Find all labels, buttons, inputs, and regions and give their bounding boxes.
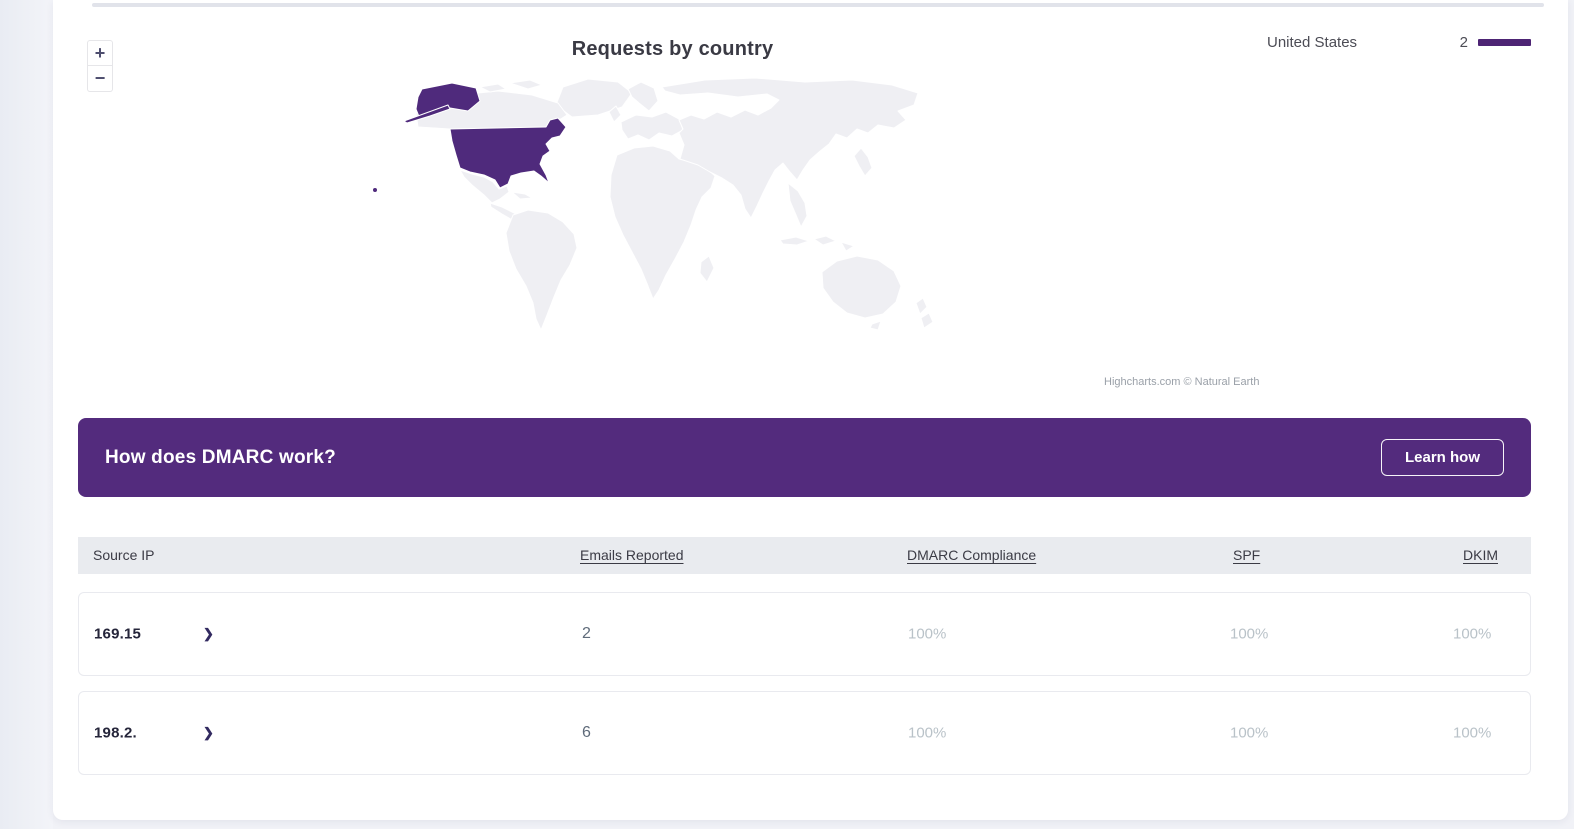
map-new-guinea — [841, 242, 854, 251]
chevron-right-icon[interactable]: ❯ — [203, 626, 214, 642]
map-new-zealand — [916, 298, 927, 314]
map-south-america — [506, 210, 577, 330]
plus-icon: + — [95, 43, 106, 63]
table-header: Source IP Emails Reported DMARC Complian… — [78, 537, 1531, 574]
map-indonesia — [780, 237, 809, 245]
banner-title: How does DMARC work? — [105, 447, 336, 469]
zoom-in-button[interactable]: + — [87, 40, 113, 66]
minus-icon: − — [95, 68, 106, 88]
dkim-value: 100% — [1453, 626, 1491, 643]
emails-reported-value: 6 — [582, 724, 591, 742]
table-row[interactable]: 198.2. ❯ 6 100% 100% 100% — [78, 691, 1531, 775]
map-indonesia — [814, 236, 836, 245]
legend-color-bar — [1478, 39, 1531, 46]
chevron-right-icon[interactable]: ❯ — [203, 725, 214, 741]
emails-reported-value: 2 — [582, 625, 591, 643]
dkim-value: 100% — [1453, 725, 1491, 742]
map-arctic-island — [510, 80, 542, 89]
column-header-dmarc-compliance[interactable]: DMARC Compliance — [907, 537, 1036, 574]
chart-title: Requests by country — [460, 38, 885, 61]
highcharts-attribution: Highcharts.com © Natural Earth — [1104, 376, 1259, 388]
table-row[interactable]: 169.15 ❯ 2 100% 100% 100% — [78, 592, 1531, 676]
map-africa — [610, 146, 715, 299]
legend-country-label: United States — [1267, 34, 1357, 51]
learn-how-button[interactable]: Learn how — [1381, 439, 1504, 476]
world-map-svg — [360, 75, 1020, 385]
page-background-strip — [0, 0, 53, 829]
column-header-emails-reported[interactable]: Emails Reported — [580, 537, 684, 574]
map-arctic-island — [480, 84, 506, 92]
map-europe — [621, 112, 683, 140]
column-header-dkim[interactable]: DKIM — [1463, 537, 1498, 574]
dmarc-info-banner: How does DMARC work? Learn how — [78, 418, 1531, 497]
section-divider — [92, 3, 1544, 7]
dmarc-dashboard-screen: + − Requests by country United States 2 — [0, 0, 1574, 829]
map-caribbean — [512, 192, 532, 199]
map-hawaii-highlighted — [373, 188, 378, 193]
map-madagascar — [700, 256, 714, 282]
map-zoom-controls: + − — [87, 40, 113, 92]
spf-value: 100% — [1230, 626, 1268, 643]
map-southeast-asia — [788, 183, 807, 227]
zoom-out-button[interactable]: − — [87, 66, 113, 92]
dmarc-compliance-value: 100% — [908, 725, 946, 742]
source-ip-value: 198.2. — [94, 725, 137, 742]
map-new-zealand — [921, 313, 933, 328]
column-header-source-ip: Source IP — [93, 537, 154, 574]
spf-value: 100% — [1230, 725, 1268, 742]
dmarc-compliance-value: 100% — [908, 626, 946, 643]
map-legend: United States 2 — [1267, 33, 1531, 51]
map-japan — [854, 148, 872, 176]
map-tasmania — [870, 321, 881, 330]
map-scandinavia — [628, 82, 658, 111]
source-ip-value: 169.15 — [94, 626, 141, 643]
map-greenland — [556, 79, 632, 117]
column-header-spf[interactable]: SPF — [1233, 537, 1260, 574]
legend-value: 2 — [1460, 34, 1468, 51]
map-australia — [822, 256, 901, 318]
world-map-chart[interactable] — [360, 75, 1020, 385]
